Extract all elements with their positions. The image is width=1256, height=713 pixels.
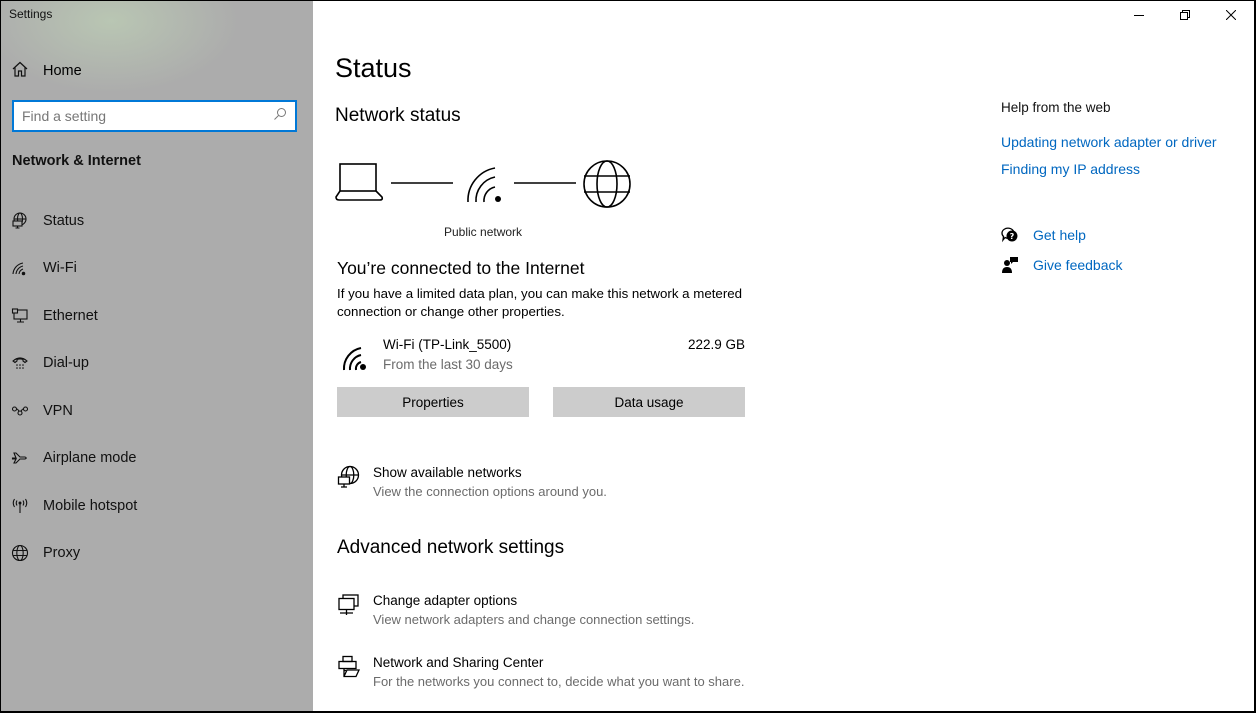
sidebar-item-status[interactable]: Status bbox=[1, 197, 313, 245]
svg-text:?: ? bbox=[1010, 232, 1015, 241]
connection-name: Wi-Fi (TP-Link_5500) bbox=[383, 337, 512, 352]
vpn-icon bbox=[11, 402, 29, 420]
airplane-icon bbox=[11, 449, 29, 467]
search-box[interactable] bbox=[12, 100, 297, 132]
show-networks-title: Show available networks bbox=[373, 465, 522, 480]
sidebar-item-label: VPN bbox=[43, 402, 73, 419]
network-diagram bbox=[335, 159, 635, 211]
feedback-icon bbox=[1001, 256, 1019, 274]
network-globe-monitor-icon bbox=[337, 465, 361, 489]
laptop-icon bbox=[335, 163, 384, 201]
globe-icon bbox=[11, 544, 29, 562]
close-button[interactable] bbox=[1208, 1, 1254, 29]
help-title: Help from the web bbox=[1001, 100, 1111, 115]
sidebar-item-label: Proxy bbox=[43, 545, 81, 562]
minimize-button[interactable] bbox=[1116, 1, 1162, 29]
sidebar-item-airplane-mode[interactable]: Airplane mode bbox=[1, 435, 313, 483]
network-type-label: Public network bbox=[444, 225, 523, 239]
adapter-options-title: Change adapter options bbox=[373, 593, 518, 608]
restore-icon bbox=[1180, 10, 1190, 20]
network-status-heading: Network status bbox=[335, 105, 461, 126]
hotspot-icon bbox=[11, 497, 29, 515]
status-globe-monitor-icon bbox=[11, 212, 29, 230]
sidebar-item-wifi[interactable]: Wi-Fi bbox=[1, 245, 313, 293]
section-title: Network & Internet bbox=[12, 153, 141, 169]
sidebar-item-dial-up[interactable]: Dial-up bbox=[1, 340, 313, 388]
get-help-label: Get help bbox=[1033, 227, 1086, 243]
dial-up-phone-icon bbox=[11, 354, 29, 372]
properties-button[interactable]: Properties bbox=[337, 387, 529, 417]
adapter-icon bbox=[337, 593, 361, 617]
sidebar-item-ethernet[interactable]: Ethernet bbox=[1, 292, 313, 340]
close-icon bbox=[1226, 10, 1236, 20]
sharing-center-icon bbox=[337, 655, 361, 679]
advanced-settings-heading: Advanced network settings bbox=[337, 537, 565, 558]
wifi-connection-icon bbox=[342, 345, 370, 376]
page-title: Status bbox=[335, 53, 412, 83]
wifi-signal-icon bbox=[467, 167, 501, 203]
home-icon bbox=[11, 60, 29, 82]
sidebar-item-label: Airplane mode bbox=[43, 450, 137, 467]
adapter-options-subtitle: View network adapters and change connect… bbox=[373, 612, 695, 627]
give-feedback-link[interactable]: Give feedback bbox=[1001, 256, 1123, 274]
settings-window: Settings Home Network & Internet bbox=[1, 1, 1254, 711]
sidebar-item-label: Dial-up bbox=[43, 355, 89, 372]
metered-description: If you have a limited data plan, you can… bbox=[337, 286, 743, 319]
usage-period: From the last 30 days bbox=[383, 357, 513, 372]
sidebar-item-mobile-hotspot[interactable]: Mobile hotspot bbox=[1, 482, 313, 530]
sidebar-item-proxy[interactable]: Proxy bbox=[1, 530, 313, 578]
give-feedback-label: Give feedback bbox=[1033, 257, 1123, 273]
sharing-center-subtitle: For the networks you connect to, decide … bbox=[373, 674, 745, 689]
help-link-update-adapter[interactable]: Updating network adapter or driver bbox=[1001, 134, 1217, 150]
window-controls bbox=[1116, 1, 1254, 29]
sidebar-item-label: Ethernet bbox=[43, 307, 98, 324]
show-available-networks-link[interactable]: Show available networks View the connect… bbox=[337, 463, 607, 501]
data-usage-button[interactable]: Data usage bbox=[553, 387, 745, 417]
ethernet-icon bbox=[11, 307, 29, 325]
minimize-icon bbox=[1134, 15, 1144, 16]
data-usage-value: 222.9 GB bbox=[687, 337, 745, 352]
sharing-center-title: Network and Sharing Center bbox=[373, 655, 544, 670]
restore-button[interactable] bbox=[1162, 1, 1208, 29]
nav-list: Status Wi-Fi Ethernet Dial-up VPN Airpla… bbox=[1, 197, 313, 577]
home-label: Home bbox=[43, 63, 82, 79]
search-input[interactable] bbox=[22, 108, 273, 124]
internet-globe-icon bbox=[583, 160, 631, 208]
help-link-find-ip[interactable]: Finding my IP address bbox=[1001, 161, 1140, 177]
connection-status-heading: You’re connected to the Internet bbox=[337, 258, 585, 278]
sidebar-item-label: Mobile hotspot bbox=[43, 497, 138, 514]
sidebar: Settings Home Network & Internet bbox=[1, 1, 313, 711]
get-help-link[interactable]: ? Get help bbox=[1001, 226, 1086, 244]
change-adapter-options-link[interactable]: Change adapter options View network adap… bbox=[337, 591, 694, 629]
connection-row: Wi-Fi (TP-Link_5500) From the last 30 da… bbox=[337, 335, 747, 375]
app-title: Settings bbox=[9, 7, 53, 21]
get-help-icon: ? bbox=[1001, 226, 1019, 244]
sidebar-item-label: Status bbox=[43, 212, 85, 229]
home-nav-item[interactable]: Home bbox=[11, 59, 82, 83]
sidebar-item-vpn[interactable]: VPN bbox=[1, 387, 313, 435]
wifi-icon bbox=[11, 259, 29, 277]
sidebar-item-label: Wi-Fi bbox=[43, 260, 77, 277]
network-sharing-center-link[interactable]: Network and Sharing Center For the netwo… bbox=[337, 653, 744, 691]
show-networks-subtitle: View the connection options around you. bbox=[373, 484, 607, 499]
search-icon[interactable] bbox=[273, 107, 287, 126]
